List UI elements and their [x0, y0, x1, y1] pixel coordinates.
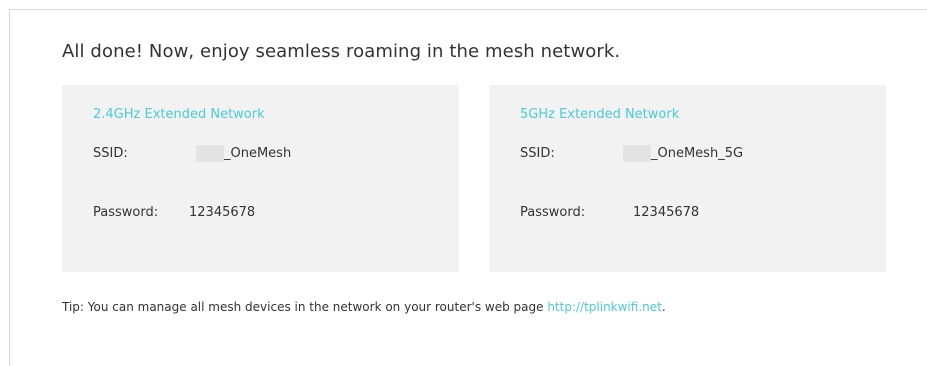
- password-value: 12345678: [189, 205, 256, 220]
- ssid-label: SSID:: [520, 146, 555, 161]
- password-label: Password:: [93, 205, 159, 220]
- password-value: 12345678: [633, 205, 700, 220]
- network-card-2g: 2.4GHz Extended Network SSID: _OneMesh P…: [62, 85, 459, 272]
- network-title-2g: 2.4GHz Extended Network: [93, 107, 265, 122]
- password-label: Password:: [520, 205, 586, 220]
- ssid-label: SSID:: [93, 146, 128, 161]
- tip-suffix: .: [661, 300, 666, 314]
- redacted-ssid-prefix: [196, 145, 224, 162]
- tip-text: Tip: You can manage all mesh devices in …: [62, 300, 666, 314]
- tip-message: Tip: You can manage all mesh devices in …: [62, 300, 548, 314]
- network-card-5g: 5GHz Extended Network SSID: _OneMesh_5G …: [489, 85, 886, 272]
- ssid-value: _OneMesh_5G: [651, 146, 744, 161]
- network-title-5g: 5GHz Extended Network: [520, 107, 680, 122]
- page-title: All done! Now, enjoy seamless roaming in…: [62, 41, 621, 62]
- redacted-ssid-prefix: [623, 145, 651, 162]
- router-web-link[interactable]: http://tplinkwifi.net: [547, 300, 662, 314]
- ssid-value: _OneMesh: [224, 146, 292, 161]
